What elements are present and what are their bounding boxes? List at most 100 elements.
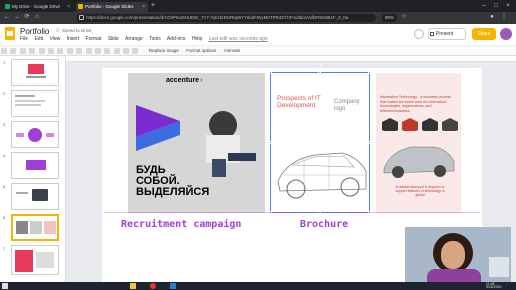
slide-thumbnail-4[interactable] (11, 152, 59, 179)
resize-handle[interactable] (318, 71, 321, 74)
address-bar[interactable]: https://docs.google.com/presentation/d/1… (76, 14, 376, 22)
present-label: Present (436, 31, 454, 37)
bookmark-star-icon[interactable]: ☆ (400, 13, 408, 22)
user-avatar[interactable] (500, 28, 512, 40)
slide-number: 1 (3, 60, 6, 65)
zoom-indicator[interactable]: 90% (382, 14, 398, 22)
google-slides-icon (78, 4, 83, 9)
menu-help[interactable]: Help (192, 36, 202, 42)
last-edit-link[interactable]: Last edit was seconds ago (209, 36, 268, 42)
menu-format[interactable]: Format (86, 36, 102, 42)
new-slide-icon[interactable] (1, 48, 7, 54)
share-button[interactable]: Share (472, 28, 496, 40)
close-tab-icon[interactable]: × (67, 4, 70, 10)
slide-thumbnail-5[interactable] (11, 183, 59, 210)
home-icon[interactable]: ⌂ (33, 13, 41, 22)
line-icon[interactable] (94, 48, 101, 54)
resize-handle[interactable] (269, 141, 272, 144)
slide-number: 5 (3, 184, 6, 189)
mask-icon[interactable] (123, 48, 130, 54)
car-image (383, 146, 455, 178)
editing-toolbar: Replace image Format options Animate (0, 45, 516, 55)
menu-edit[interactable]: Edit (34, 36, 43, 42)
present-icon (430, 32, 434, 36)
reload-icon[interactable]: ⟳ (23, 13, 31, 22)
brochure-back-page[interactable]: Information Technology - a business proc… (376, 73, 461, 213)
redo-icon[interactable] (19, 48, 26, 54)
slide-number: 3 (3, 122, 6, 127)
resize-handle[interactable] (368, 141, 371, 144)
lock-icon (79, 15, 84, 20)
close-window-icon[interactable]: × (502, 0, 514, 12)
minimize-icon[interactable]: – (478, 0, 490, 12)
slide-thumbnail-6[interactable] (11, 214, 59, 241)
os-taskbar (0, 282, 516, 290)
slide-thumbnail-7[interactable] (11, 245, 59, 275)
hexagon-icons (382, 118, 458, 131)
paint-format-icon[interactable] (38, 48, 45, 54)
footer-text: A reliable transport is required to supp… (395, 185, 445, 197)
chrome-icon[interactable] (150, 283, 156, 289)
recruitment-poster-image[interactable]: accenture› БУДЬ СОБОЙ. ВЫДЕЛЯЙСЯ (128, 73, 265, 213)
poster-headline: БУДЬ СОБОЙ. ВЫДЕЛЯЙСЯ (136, 164, 210, 198)
browser-menu-icon[interactable]: ⋮ (500, 13, 508, 22)
ruler (66, 56, 516, 62)
it-heading-text: Information Technology - a business proc… (380, 95, 452, 113)
google-drive-icon (5, 4, 10, 9)
taskbar-clock: 11:48 5/26/2020 (486, 282, 502, 289)
back-icon[interactable]: ← (3, 13, 11, 22)
reset-image-icon[interactable] (132, 48, 139, 54)
format-options-button[interactable]: Format options (186, 48, 216, 53)
webcam-overlay (405, 227, 511, 282)
document-title[interactable]: Portfolio (20, 27, 49, 36)
undo-icon[interactable] (10, 48, 17, 54)
star-icon[interactable]: ☆ (55, 27, 60, 34)
maximize-icon[interactable]: □ (490, 0, 502, 12)
slide-number: 2 (3, 91, 6, 96)
tab-title: My Drive - Google Drive (12, 4, 61, 9)
crop-icon[interactable] (113, 48, 120, 54)
animate-button[interactable]: Animate (224, 48, 241, 53)
image-icon[interactable] (76, 48, 83, 54)
tab-portfolio[interactable]: Portfolio - Google Slides × (76, 2, 148, 12)
windows-start-icon[interactable] (2, 283, 8, 289)
recruitment-caption: Recruitment campaign (121, 219, 242, 230)
word-icon[interactable] (170, 283, 176, 289)
menu-addons[interactable]: Add-ons (167, 36, 186, 42)
slide-number: 6 (3, 215, 6, 220)
profile-icon[interactable]: ● (488, 13, 496, 22)
rotate-handle[interactable] (318, 64, 321, 67)
divider-line (104, 212, 480, 213)
slide-thumbnail-3[interactable] (11, 121, 59, 148)
resize-handle[interactable] (368, 71, 371, 74)
close-tab-icon[interactable]: × (142, 4, 145, 10)
google-slides-logo-icon[interactable] (5, 27, 15, 40)
menu-arrange[interactable]: Arrange (125, 36, 143, 42)
share-label: Share (477, 31, 491, 37)
slide-thumbnail-2[interactable] (11, 90, 59, 117)
selection-frame[interactable] (270, 72, 370, 213)
print-icon[interactable] (29, 48, 36, 54)
text-box-icon[interactable] (66, 48, 73, 54)
file-explorer-icon[interactable] (130, 283, 136, 289)
menu-slide[interactable]: Slide (108, 36, 119, 42)
replace-image-button[interactable]: Replace image (149, 48, 179, 53)
forward-icon[interactable]: → (13, 13, 21, 22)
menu-file[interactable]: File (20, 36, 28, 42)
resize-handle[interactable] (269, 71, 272, 74)
slide-thumbnail-1[interactable] (11, 59, 59, 86)
comment-icon[interactable] (104, 48, 111, 54)
new-tab-button[interactable]: + (151, 2, 155, 9)
zoom-icon[interactable] (47, 48, 54, 54)
slide-number: 7 (3, 246, 6, 251)
menu-tools[interactable]: Tools (149, 36, 161, 42)
slide-filmstrip: 1 2 3 4 5 6 7 (0, 56, 66, 282)
menu-bar: File Edit View Insert Format Slide Arran… (20, 36, 273, 43)
menu-insert[interactable]: Insert (67, 36, 80, 42)
select-icon[interactable] (57, 48, 64, 54)
tab-my-drive[interactable]: My Drive - Google Drive × (3, 2, 73, 12)
comment-history-icon[interactable] (414, 29, 424, 39)
menu-view[interactable]: View (49, 36, 60, 42)
shape-icon[interactable] (85, 48, 92, 54)
tab-title: Portfolio - Google Slides (85, 4, 134, 9)
